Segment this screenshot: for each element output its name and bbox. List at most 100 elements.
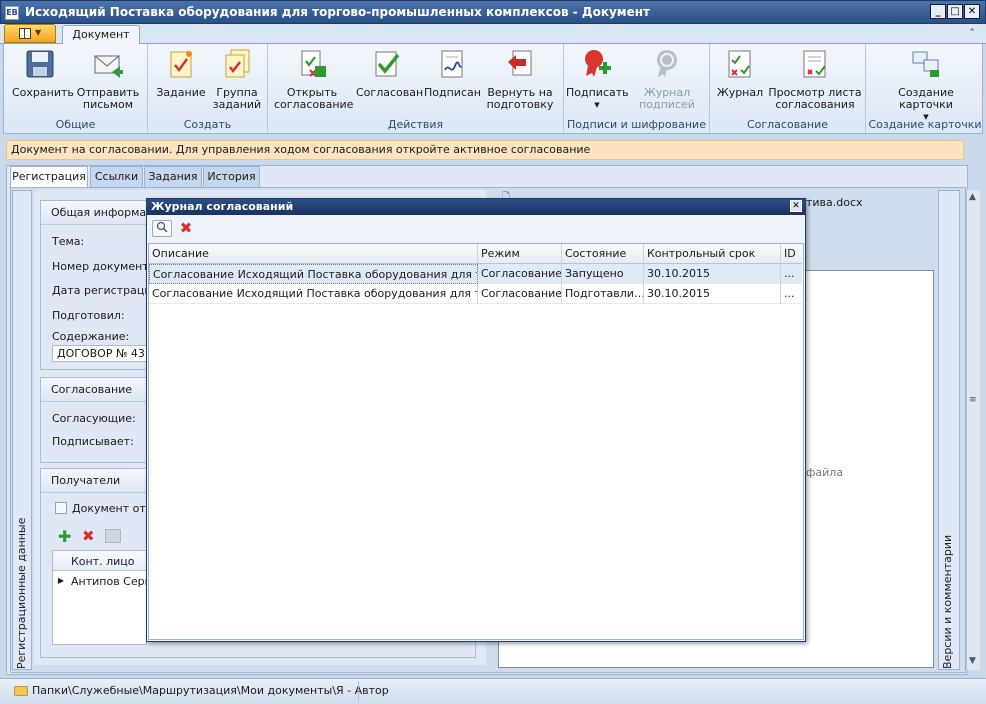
registration-data-label: Регистрационные данные [15, 517, 28, 669]
edit-icon[interactable] [105, 529, 121, 543]
table-row-description[interactable]: Согласование Исходящий Поставка оборудов… [149, 264, 478, 284]
task-icon [170, 51, 192, 78]
close-button[interactable]: ✕ [964, 4, 980, 19]
task-group-label: Группа заданий [212, 86, 262, 111]
scroll-grip-icon[interactable]: ≡ [969, 395, 977, 405]
signed-button[interactable]: Подписан [424, 48, 481, 99]
table-row-deadline[interactable]: 30.10.2015 [644, 264, 781, 284]
contact-column-header: Конт. лицо [71, 555, 135, 568]
minimize-button[interactable]: _ [930, 4, 946, 19]
group-label: Согласование [746, 118, 829, 131]
sign-button[interactable]: Подписать ▼ [566, 48, 629, 111]
tab-tasks[interactable]: Задания [144, 166, 202, 187]
registration-data-strip[interactable]: Регистрационные данные [12, 190, 32, 670]
return-to-preparation-label: Вернуть на подготовку [486, 86, 554, 111]
scroll-up-icon[interactable]: ▲ [969, 192, 976, 202]
journal-icon [728, 50, 751, 78]
tab-document[interactable]: Документ [62, 25, 140, 45]
table-row-mode[interactable]: Согласование [478, 264, 562, 284]
recipient-row[interactable]: Антипов Серге [71, 575, 157, 588]
application-menu-button[interactable]: ▼ [4, 24, 56, 43]
envelope-icon [94, 55, 123, 78]
column-header-mode[interactable]: Режим [478, 244, 562, 264]
add-icon[interactable]: ✚ [58, 527, 71, 546]
save-label: Сохранить [12, 86, 74, 99]
approval-sheet-icon [803, 50, 826, 78]
ribbon-tab-strip [0, 24, 986, 44]
delete-approval-icon[interactable]: ✖ [176, 220, 196, 237]
dialog-title: Журнал согласований [147, 199, 805, 215]
file-hint: файла [806, 466, 844, 479]
folder-path[interactable]: Папки\Служебные\Маршрутизация\Мои докуме… [32, 684, 389, 697]
signature-log-button[interactable]: Журнал подписей [632, 48, 702, 111]
table-row-state[interactable]: Подготавли… [562, 284, 644, 304]
create-card-icon [912, 51, 939, 77]
signed-icon [441, 50, 463, 78]
task-label: Задание [156, 86, 206, 99]
ribbon: Общие Создать Действия Подписи и шифрова… [3, 44, 983, 134]
save-button[interactable]: Сохранить [12, 48, 74, 99]
window-title: Исходящий Поставка оборудования для торг… [25, 5, 650, 19]
content-label: Содержание: [52, 330, 130, 343]
open-approval-label: Открыть согласование [274, 86, 354, 111]
column-header-description[interactable]: Описание [149, 244, 478, 264]
approved-button[interactable]: Согласован [356, 48, 423, 99]
recipients-grid: Конт. лицо ▶ Антипов Серге [52, 550, 157, 645]
delete-icon[interactable]: ✖ [82, 527, 95, 545]
approvers-label: Согласующие: [52, 412, 136, 425]
prepared-by-label: Подготовил: [52, 309, 125, 322]
view-approval-sheet-button[interactable]: Просмотр листа согласования [768, 48, 862, 111]
folder-icon [14, 686, 28, 696]
group-label: Действия [387, 118, 444, 131]
tab-registration[interactable]: Регистрация [10, 166, 88, 188]
journal-button[interactable]: Журнал [716, 48, 764, 99]
column-header-state[interactable]: Состояние [562, 244, 644, 264]
vertical-scrollbar[interactable]: ▲ ≡ ▼ [966, 190, 980, 670]
row-indicator-icon: ▶ [57, 576, 65, 585]
return-to-preparation-button[interactable]: Вернуть на подготовку [484, 48, 556, 111]
chevron-down-icon: ▼ [35, 28, 42, 37]
approved-icon [375, 51, 400, 77]
maximize-button[interactable]: □ [947, 4, 963, 19]
tab-history[interactable]: История [203, 166, 260, 187]
document-number-label: Номер документа: [52, 260, 160, 273]
send-by-email-button[interactable]: Отправить письмом [76, 48, 140, 111]
open-approval-icon [301, 50, 326, 77]
scroll-down-icon[interactable]: ▼ [969, 656, 976, 666]
column-header-deadline[interactable]: Контрольный срок [644, 244, 781, 264]
send-document-checkbox[interactable] [55, 502, 67, 514]
group-label: Подписи и шифрование [567, 118, 706, 131]
signature-log-icon [657, 50, 677, 77]
chevron-down-icon: ▼ [594, 101, 600, 109]
file-name[interactable]: тива.docx [806, 196, 863, 209]
dialog-toolbar [147, 216, 805, 242]
column-header-id[interactable]: ID [781, 244, 802, 264]
table-row-mode[interactable]: Согласование [478, 284, 562, 304]
menu-icon [19, 28, 31, 39]
signature-log-label: Журнал подписей [639, 86, 695, 111]
task-button[interactable]: Задание [156, 48, 206, 99]
table-row-id[interactable]: ... [781, 284, 802, 304]
versions-label: Версии и комментарии [941, 534, 954, 669]
versions-strip[interactable]: Версии и комментарии [938, 190, 960, 670]
table-row-description[interactable]: Согласование Исходящий Поставка оборудов… [149, 284, 478, 304]
tab-links[interactable]: Ссылки [90, 166, 143, 187]
save-icon [26, 50, 54, 78]
group-label: Общие [55, 118, 96, 131]
view-icon[interactable] [152, 220, 172, 237]
task-group-button[interactable]: Группа заданий [212, 48, 262, 111]
return-icon [508, 50, 532, 76]
signer-label: Подписывает: [52, 435, 134, 448]
dialog-close-icon[interactable]: ✕ [790, 200, 802, 212]
table-row-state[interactable]: Запущено [562, 264, 644, 284]
content-field[interactable]: ДОГОВОР № 431 [52, 345, 147, 362]
create-card-button[interactable]: Создание карточки ▼ [884, 48, 968, 123]
create-card-label: Создание карточки [898, 86, 954, 111]
title-bar: EB Исходящий Поставка оборудования для т… [0, 0, 986, 24]
app-icon: EB [5, 6, 19, 20]
journal-label: Журнал [716, 86, 764, 99]
collapse-ribbon-icon[interactable]: ⌃ [968, 28, 976, 38]
open-approval-button[interactable]: Открыть согласование [274, 48, 354, 111]
table-row-id[interactable]: ... [781, 264, 802, 284]
table-row-deadline[interactable]: 30.10.2015 [644, 284, 781, 304]
